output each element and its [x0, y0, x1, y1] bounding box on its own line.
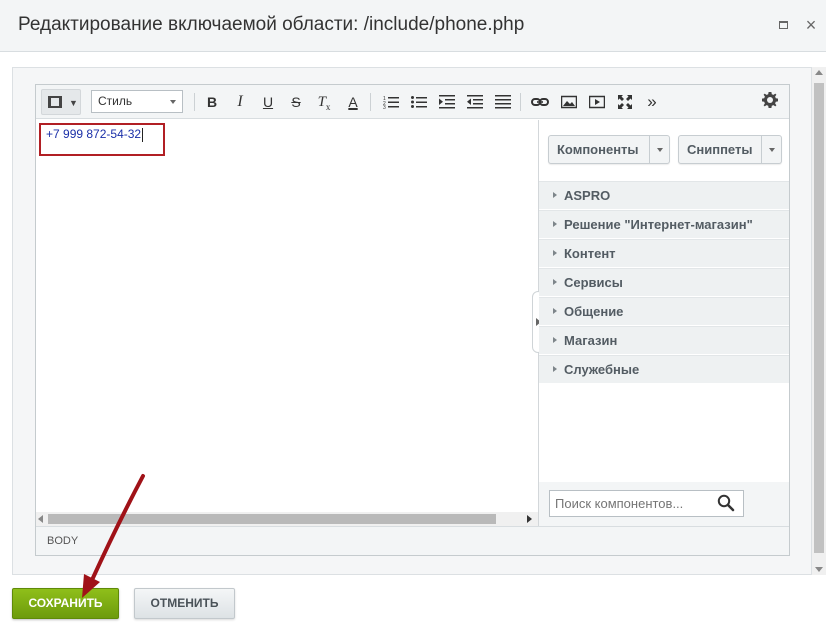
scroll-up-icon[interactable]	[815, 70, 823, 75]
html-editor: ▼ Стиль B I U S Tx A 123 » +7 999 872-54…	[35, 84, 790, 556]
view-mode-button[interactable]: ▼	[41, 89, 81, 115]
video-button[interactable]	[587, 92, 607, 112]
tab-components-label: Компоненты	[557, 142, 639, 157]
image-icon	[561, 95, 577, 109]
scroll-right-icon[interactable]	[527, 515, 532, 523]
cancel-button[interactable]: ОТМЕНИТЬ	[134, 588, 235, 619]
gear-icon-svg	[762, 92, 778, 108]
text-cursor	[142, 127, 144, 142]
font-color-button[interactable]: A	[343, 92, 363, 112]
unordered-list-button[interactable]	[409, 92, 429, 112]
italic-button[interactable]: I	[230, 92, 250, 112]
underline-button[interactable]: U	[258, 92, 278, 112]
chevron-right-icon	[553, 279, 557, 285]
align-button[interactable]	[493, 92, 513, 112]
close-icon: ×	[805, 15, 817, 35]
chevron-down-icon	[657, 148, 663, 152]
group-item-label: Контент	[564, 246, 616, 261]
unordered-list-icon	[411, 96, 427, 108]
more-button[interactable]: »	[642, 92, 662, 112]
remove-format-sub: x	[325, 102, 331, 112]
chevron-right-icon	[553, 308, 557, 314]
component-search	[539, 482, 789, 526]
gear-icon[interactable]	[760, 92, 780, 112]
align-icon	[495, 95, 511, 109]
fullscreen-button[interactable]	[615, 92, 635, 112]
image-button[interactable]	[559, 92, 579, 112]
video-icon	[589, 95, 605, 109]
indent-button[interactable]	[437, 92, 457, 112]
chevron-right-icon	[553, 366, 557, 372]
ordered-list-icon: 123	[383, 96, 399, 109]
maximize-icon	[779, 21, 788, 29]
style-select[interactable]: Стиль	[91, 90, 183, 113]
editor-statusbar: BODY	[36, 526, 789, 555]
tab-snippets-label: Сниппеты	[687, 142, 753, 157]
svg-text:3: 3	[383, 105, 386, 109]
outdent-icon	[467, 95, 483, 109]
phone-number-value: +7 999 872-54-32	[46, 127, 142, 141]
close-button[interactable]: ×	[803, 15, 819, 35]
dialog-vertical-scrollbar[interactable]	[812, 67, 826, 575]
chevron-right-icon	[553, 337, 557, 343]
tab-snippets-dropdown[interactable]	[761, 136, 781, 163]
group-item-services[interactable]: Сервисы	[539, 268, 789, 297]
save-button[interactable]: СОХРАНИТЬ	[12, 588, 119, 619]
link-icon	[531, 98, 549, 106]
group-item-label: Сервисы	[564, 275, 623, 290]
editor-text-area[interactable]: +7 999 872-54-32	[36, 120, 538, 512]
chevron-down-icon: ▼	[69, 98, 78, 108]
group-item-content[interactable]: Контент	[539, 239, 789, 268]
chevron-right-icon	[553, 221, 557, 227]
chevron-down-icon	[170, 100, 176, 104]
group-item-label: Служебные	[564, 362, 640, 377]
toolbar-divider	[520, 93, 521, 111]
phone-number-text[interactable]: +7 999 872-54-32	[46, 127, 144, 142]
remove-format-label: T	[317, 94, 326, 110]
indent-icon	[439, 95, 455, 109]
group-item-store[interactable]: Магазин	[539, 326, 789, 355]
element-path[interactable]: BODY	[47, 535, 78, 547]
remove-format-button[interactable]: Tx	[314, 92, 334, 112]
link-button[interactable]	[530, 92, 550, 112]
ordered-list-button[interactable]: 123	[381, 92, 401, 112]
scrollbar-thumb[interactable]	[814, 83, 824, 553]
include-area-edit-dialog: Редактирование включаемой области: /incl…	[0, 0, 826, 629]
style-select-value: Стиль	[98, 94, 133, 108]
bold-button[interactable]: B	[202, 92, 222, 112]
components-panel: Компоненты Сниппеты ASPRO Решение "Интер…	[539, 120, 789, 526]
view-mode-icon	[48, 96, 62, 108]
group-item-eshop[interactable]: Решение "Интернет-магазин"	[539, 210, 789, 239]
group-item-label: Общение	[564, 304, 624, 319]
tab-snippets[interactable]: Сниппеты	[678, 135, 782, 164]
toolbar-divider	[370, 93, 371, 111]
editor-toolbar: ▼ Стиль B I U S Tx A 123 »	[36, 85, 789, 119]
scroll-down-icon[interactable]	[815, 567, 823, 572]
toolbar-divider	[194, 93, 195, 111]
chevron-right-icon	[553, 192, 557, 198]
tab-components-dropdown[interactable]	[649, 136, 669, 163]
fullscreen-icon	[618, 95, 632, 109]
group-item-label: Магазин	[564, 333, 618, 348]
panel-tabs: Компоненты Сниппеты	[539, 120, 789, 180]
component-search-input[interactable]	[549, 490, 744, 517]
search-icon[interactable]	[717, 494, 735, 512]
strikethrough-button[interactable]: S	[286, 92, 306, 112]
component-groups-list: ASPRO Решение "Интернет-магазин" Контент…	[539, 181, 789, 384]
dialog-title: Редактирование включаемой области: /incl…	[18, 14, 525, 35]
outdent-button[interactable]	[465, 92, 485, 112]
group-item-aspro[interactable]: ASPRO	[539, 181, 789, 210]
chevron-right-icon	[553, 250, 557, 256]
tab-components[interactable]: Компоненты	[548, 135, 670, 164]
group-item-communication[interactable]: Общение	[539, 297, 789, 326]
scroll-left-icon[interactable]	[38, 515, 43, 523]
editor-horizontal-scrollbar[interactable]	[36, 512, 538, 526]
group-item-label: Решение "Интернет-магазин"	[564, 217, 753, 232]
maximize-button[interactable]	[776, 17, 792, 33]
group-item-utility[interactable]: Служебные	[539, 355, 789, 384]
chevron-down-icon	[769, 148, 775, 152]
group-item-label: ASPRO	[564, 188, 611, 203]
dialog-titlebar[interactable]: Редактирование включаемой области: /incl…	[0, 0, 826, 52]
scrollbar-thumb[interactable]	[48, 514, 496, 524]
